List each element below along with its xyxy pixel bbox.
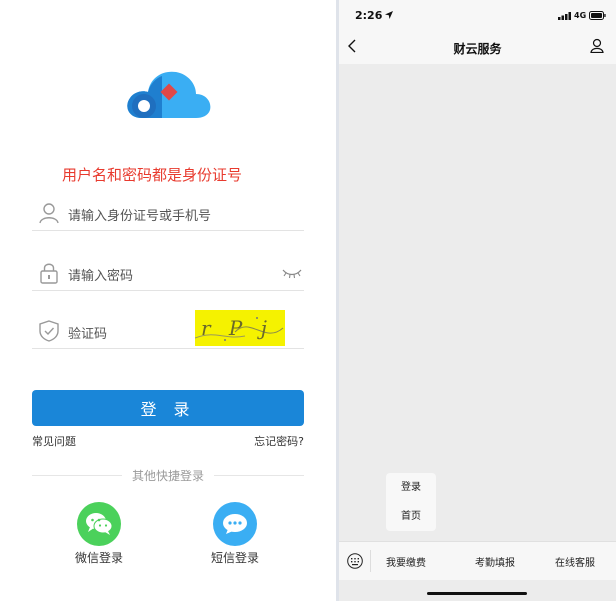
sms-login-button[interactable]: 短信登录 [200, 502, 270, 566]
other-login-label: 其他快捷登录 [121, 469, 214, 483]
wechat-login-button[interactable]: 微信登录 [64, 502, 134, 566]
lock-icon [40, 263, 58, 284]
sms-icon [223, 514, 247, 534]
phone-screen: 2:26 4G 财云服务 登录 首页 我要缴费 考勤填报 在线客服 [339, 0, 616, 601]
sms-login-label: 短信登录 [210, 551, 259, 565]
sms-circle[interactable] [213, 502, 257, 546]
wechat-circle[interactable] [77, 502, 121, 546]
user-icon [39, 203, 59, 224]
popup-menu: 登录 首页 [386, 473, 436, 531]
shield-icon [39, 320, 59, 342]
menu-item-pay[interactable]: 我要缴费 [386, 554, 426, 569]
wechat-login-label: 微信登录 [74, 551, 123, 565]
popup-item-home[interactable]: 首页 [386, 502, 436, 531]
username-input[interactable]: 请输入身份证号或手机号 [68, 205, 211, 224]
wechat-icon [86, 513, 113, 535]
eye-closed-icon[interactable] [282, 266, 302, 280]
cloud-logo-icon [127, 71, 211, 118]
captcha-field[interactable]: 验证码 r P j C [32, 310, 304, 349]
user-icon[interactable] [590, 38, 604, 53]
captcha-image[interactable]: r P j C [195, 310, 285, 346]
bottom-menu-bar: 我要缴费 考勤填报 在线客服 [339, 541, 616, 580]
username-field[interactable]: 请输入身份证号或手机号 [32, 198, 304, 231]
captcha-input[interactable]: 验证码 [68, 323, 107, 342]
nav-bar: 财云服务 [339, 30, 616, 64]
page-title: 财云服务 [453, 42, 502, 56]
login-hint-text: 用户名和密码都是身份证号 [62, 166, 243, 184]
menu-item-attendance[interactable]: 考勤填报 [475, 554, 515, 569]
network-type: 4G [574, 11, 587, 20]
home-indicator[interactable] [427, 592, 527, 595]
forgot-password-link[interactable]: 忘记密码? [254, 433, 304, 449]
battery-icon [589, 11, 606, 20]
keyboard-icon[interactable] [347, 553, 363, 569]
menu-item-support[interactable]: 在线客服 [555, 554, 595, 569]
location-arrow-icon [385, 11, 393, 19]
password-field[interactable]: 请输入密码 [32, 258, 304, 291]
faq-link[interactable]: 常见问题 [32, 433, 76, 449]
status-time: 2:26 [355, 9, 383, 22]
menu-separator [370, 550, 371, 572]
login-panel: 用户名和密码都是身份证号 请输入身份证号或手机号 请输入密码 验证码 r P j… [0, 0, 336, 601]
captcha-text: r P j C [201, 316, 285, 340]
signal-icon [558, 12, 571, 20]
popup-item-login[interactable]: 登录 [386, 473, 436, 502]
other-login-heading: 其他快捷登录 [0, 467, 336, 484]
login-button[interactable]: 登 录 [32, 390, 304, 426]
status-bar: 2:26 4G [339, 0, 616, 30]
password-input[interactable]: 请输入密码 [68, 265, 133, 284]
